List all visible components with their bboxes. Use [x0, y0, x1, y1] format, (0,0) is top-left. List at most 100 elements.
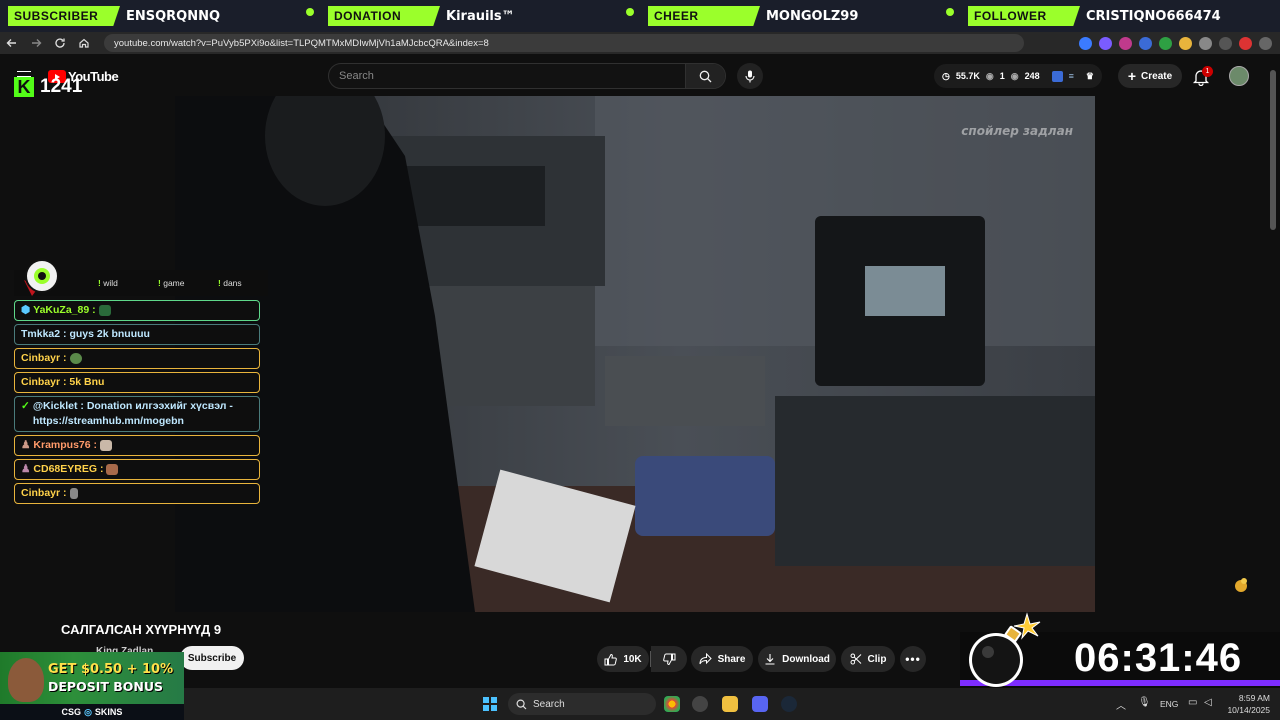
arrow-right-icon	[32, 39, 42, 47]
clock-time[interactable]: 8:59 AM	[1236, 693, 1270, 703]
emote-icon	[69, 353, 82, 364]
create-label: Create	[1141, 70, 1173, 82]
emote-icon	[106, 464, 119, 475]
download-extension-icon[interactable]	[1159, 36, 1172, 50]
chevron-up-icon[interactable]: ︿	[1116, 697, 1126, 712]
download-button[interactable]: Download	[758, 646, 836, 672]
windows-start-icon[interactable]	[483, 697, 497, 711]
language-indicator[interactable]: ENG	[1160, 699, 1178, 709]
chat-user: Cinbayr :	[21, 352, 67, 364]
voice-search-button[interactable]	[737, 63, 763, 89]
kick-viewer-count: 1241	[40, 76, 83, 97]
clip-label: Clip	[867, 653, 887, 665]
alert-tag: FOLLOWER	[968, 6, 1080, 26]
thumbs-down-icon	[662, 653, 675, 665]
alert-name: Kirauils™	[446, 8, 515, 24]
clock-icon: ◷	[942, 70, 950, 81]
extension-icon[interactable]	[1051, 70, 1063, 82]
chat-list: ⬢ YaKuZa_89 : Tmkka2 : guys 2k bnuuuu Ci…	[14, 300, 260, 507]
menu-icon[interactable]	[1219, 36, 1232, 50]
alert-name: MONGOLZ99	[766, 8, 859, 24]
emote-icon	[69, 488, 78, 499]
volume-icon[interactable]: ◁	[1204, 697, 1212, 708]
trophy-icon[interactable]: ♛	[1086, 71, 1094, 82]
folder-icon[interactable]	[722, 696, 738, 712]
like-count: 10K	[623, 653, 642, 665]
alert-dot-icon	[306, 8, 314, 16]
stream-timer: 06:31:46	[1074, 636, 1243, 680]
reload-button[interactable]	[48, 32, 72, 54]
video-title: САЛГАЛСАН ХҮҮРНҮҮД 9	[61, 622, 222, 637]
stat-eye: 1	[999, 71, 1005, 81]
extension-icon[interactable]	[1079, 36, 1092, 50]
profile-icon[interactable]	[1239, 36, 1252, 50]
dislike-button[interactable]	[651, 646, 687, 672]
back-button[interactable]	[0, 32, 24, 54]
scissors-icon	[850, 653, 861, 665]
puzzle-icon[interactable]	[1199, 36, 1212, 50]
chat-user: YaKuZa_89 :	[33, 304, 96, 316]
stat-viewers: 248	[1024, 71, 1040, 81]
viewers-icon: ◉	[1010, 70, 1019, 81]
extension-icon[interactable]	[1119, 36, 1132, 50]
extensions-row	[1079, 33, 1272, 53]
stream-alerts-bar: SUBSCRIBER ENSQRQNNQ DONATION Kirauils™ …	[0, 0, 1280, 32]
avatar[interactable]	[1229, 66, 1249, 86]
video-overlay-text: спойлер задлан	[961, 124, 1073, 138]
clip-button[interactable]: Clip	[841, 646, 895, 672]
alert-subscriber: SUBSCRIBER ENSQRQNNQ	[0, 0, 320, 32]
chat-command: ! dans	[218, 278, 242, 288]
app-icon[interactable]	[692, 696, 708, 712]
badge-icon: ♟	[21, 439, 31, 451]
chrome-icon[interactable]	[664, 696, 680, 712]
promo-brand-part: SKINS	[94, 707, 123, 717]
download-label: Download	[782, 653, 830, 665]
thumbs-up-icon	[604, 653, 618, 665]
notification-badge: 1	[1202, 66, 1213, 77]
search-icon	[516, 698, 527, 709]
search-button[interactable]	[685, 64, 725, 88]
url-text: youtube.com/watch?v=PuVyb5PXi9o&list=TLP…	[114, 37, 489, 49]
promo-banner[interactable]: GET $0.50 + 10% DEPOSIT BONUS CSG ◎ SKIN…	[0, 652, 184, 720]
chat-message: Cinbayr :	[14, 348, 260, 369]
chat-mascot-icon	[24, 259, 59, 296]
share-button[interactable]: Share	[691, 646, 753, 672]
discord-icon[interactable]	[752, 696, 768, 712]
csg-logo-icon: ◎	[84, 706, 92, 717]
share-label: Share	[717, 653, 746, 665]
steam-icon[interactable]	[781, 696, 797, 712]
extension-icon[interactable]	[1179, 36, 1192, 50]
create-button[interactable]: + Create	[1118, 64, 1182, 88]
search-icon	[699, 70, 712, 82]
more-vertical-icon[interactable]	[1259, 36, 1272, 50]
like-button[interactable]: 10K	[597, 646, 649, 672]
badge-icon: ♟	[21, 463, 31, 475]
taskbar-search[interactable]: Search	[508, 693, 656, 715]
subscribe-button[interactable]: Subscribe	[180, 646, 244, 670]
microphone-icon[interactable]: 🎙︎	[1138, 697, 1151, 708]
network-icon[interactable]: ▭	[1188, 697, 1197, 708]
microphone-icon	[745, 70, 755, 82]
address-bar[interactable]: youtube.com/watch?v=PuVyb5PXi9o&list=TLP…	[104, 34, 1024, 52]
home-button[interactable]	[72, 32, 96, 54]
alert-name: ENSQRQNNQ	[126, 8, 221, 24]
promo-character-image	[8, 658, 44, 702]
video-player[interactable]: спойлер задлан	[175, 96, 1095, 612]
more-actions-button[interactable]: •••	[900, 646, 926, 672]
clock-date[interactable]: 10/14/2025	[1224, 705, 1270, 715]
share-icon	[699, 653, 712, 665]
chat-user: Cinbayr :	[21, 487, 67, 499]
alert-donation: DONATION Kirauils™	[320, 0, 640, 32]
forward-button[interactable]	[24, 32, 48, 54]
coin-bag-icon	[1235, 578, 1247, 592]
chat-command: ! game	[158, 278, 185, 288]
page-scrollbar[interactable]	[1270, 70, 1276, 230]
extension-icon[interactable]	[1099, 36, 1112, 50]
list-icon[interactable]: ≡	[1069, 71, 1074, 81]
alert-tag: SUBSCRIBER	[8, 6, 120, 26]
reload-icon	[55, 38, 65, 48]
extension-icon[interactable]	[1139, 36, 1152, 50]
chat-user: CD68EYREG :	[33, 463, 104, 475]
stream-stats: ◷ 55.7K ◉ 1 ◉ 248 ≡ ♛	[934, 64, 1102, 88]
search-input[interactable]	[329, 64, 687, 88]
